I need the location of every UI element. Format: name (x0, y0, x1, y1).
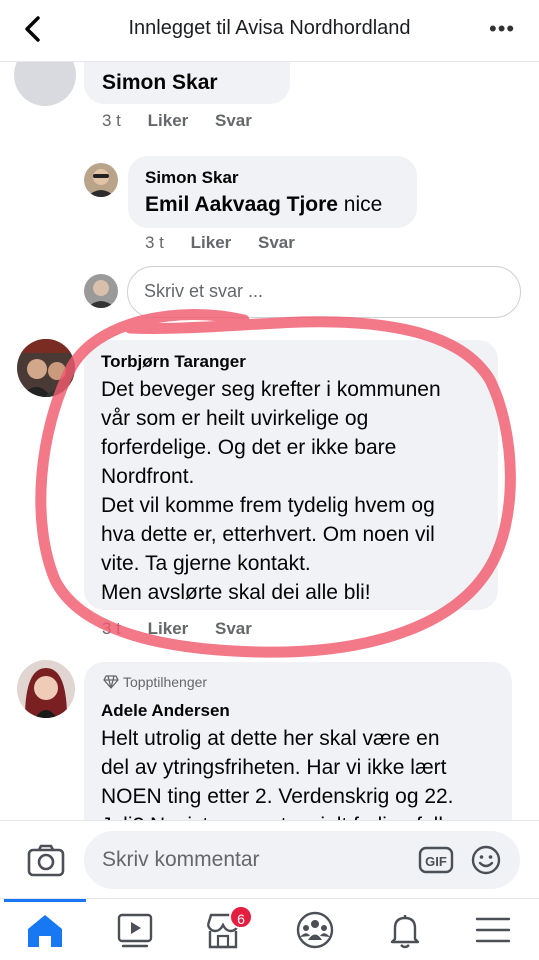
more-options-button[interactable]: ••• (489, 16, 519, 42)
commenter-name[interactable]: Torbjørn Taranger (101, 352, 246, 372)
gif-icon: GIF (418, 846, 454, 874)
comment-input[interactable]: Skriv kommentar GIF (84, 831, 520, 889)
comment-time: 3 t (102, 111, 121, 130)
notification-badge: 6 (229, 905, 253, 929)
active-tab-indicator (4, 899, 86, 902)
comment-composer: Skriv kommentar GIF (0, 820, 539, 898)
gif-button[interactable]: GIF (418, 845, 454, 875)
groups-icon (296, 911, 334, 949)
top-bar: Innlegget til Avisa Nordhordland ••• (0, 0, 539, 62)
comment-line: vite. Ta gjerne kontakt. (101, 552, 311, 575)
comment-bubble: Simon Skar Emil Aakvaag Tjore nice (128, 156, 417, 228)
reply-button[interactable]: Svar (215, 619, 252, 638)
comment-line: vår som er heilt uvirkelige og (101, 407, 369, 430)
avatar[interactable] (84, 163, 118, 197)
avatar[interactable] (17, 339, 75, 397)
smiley-icon (471, 845, 501, 875)
gif-label: GIF (425, 854, 447, 869)
comment-bubble: Simon Skar (84, 62, 290, 104)
bell-icon (390, 915, 420, 949)
like-button[interactable]: Liker (148, 111, 189, 130)
comment-line: forferdelige. Og det er ikke bare (101, 436, 397, 459)
menu-icon (475, 917, 511, 943)
emoji-button[interactable] (470, 844, 502, 876)
comment-input-placeholder: Skriv kommentar (102, 848, 260, 871)
like-button[interactable]: Liker (148, 619, 189, 638)
bottom-tab-bar: 6 (0, 898, 539, 960)
commenter-name[interactable]: Adele Andersen (101, 701, 230, 721)
comment-bubble: Topptilhenger Adele Andersen Helt utroli… (84, 662, 512, 820)
comment-line: Det vil komme frem tydelig hvem og (101, 494, 435, 517)
video-icon (117, 913, 153, 948)
tab-home[interactable] (20, 907, 70, 953)
person-avatar-icon (17, 339, 75, 397)
diamond-icon (103, 675, 119, 689)
tab-groups[interactable] (290, 907, 340, 953)
camera-button[interactable] (26, 841, 66, 881)
comment-text: Helt utrolig at dette her skal være en d… (101, 724, 505, 820)
comment-actions: 3 t Liker Svar (145, 233, 317, 253)
comment-actions: 3 t Liker Svar (102, 111, 274, 131)
comment-line: Juli? Nazister er potensielt farlige fol… (101, 811, 505, 820)
tab-notifications[interactable] (380, 907, 430, 953)
comment-text: Emil Aakvaag Tjore nice (145, 190, 382, 219)
reply-input[interactable]: Skriv et svar ... (127, 266, 521, 318)
top-fan-badge: Topptilhenger (103, 674, 207, 690)
comment-line: hva dette er, etterhvert. Om noen vil (101, 523, 435, 546)
comment-line: Nordfront. (101, 465, 195, 488)
like-button[interactable]: Liker (191, 233, 232, 252)
commenter-name[interactable]: Simon Skar (102, 68, 218, 97)
commenter-name[interactable]: Simon Skar (145, 168, 239, 188)
reply-input-placeholder: Skriv et svar ... (144, 281, 264, 301)
comment-line: Helt utrolig at dette her skal være en (101, 727, 440, 750)
comment-line: Men avslørte skal dei alle bli! (101, 581, 371, 604)
comment-line: del av ytringsfriheten. Har vi ikke lært (101, 756, 447, 779)
current-user-avatar (84, 274, 118, 308)
camera-icon (27, 844, 65, 877)
avatar[interactable] (17, 660, 75, 718)
comment-time: 3 t (145, 233, 164, 252)
reply-button[interactable]: Svar (258, 233, 295, 252)
mention-link[interactable]: Emil Aakvaag Tjore (145, 193, 338, 216)
comment-text: Det beveger seg krefter i kommunen vår s… (101, 375, 493, 607)
comment-line: NOEN ting etter 2. Verdenskrig og 22. (101, 785, 454, 808)
reply-button[interactable]: Svar (215, 111, 252, 130)
comment-body: nice (337, 193, 383, 216)
tab-menu[interactable] (468, 907, 518, 953)
comment-time: 3 t (102, 619, 121, 638)
comment-bubble: Torbjørn Taranger Det beveger seg krefte… (84, 340, 498, 610)
comment-actions: 3 t Liker Svar (102, 619, 274, 639)
comment-feed[interactable]: Simon Skar 3 t Liker Svar Simon Skar Emi… (0, 62, 539, 820)
badge-label: Topptilhenger (123, 674, 208, 690)
person-avatar-icon (84, 274, 118, 308)
comment-line: Det beveger seg krefter i kommunen (101, 378, 441, 401)
page-title: Innlegget til Avisa Nordhordland (128, 17, 411, 39)
home-icon (28, 915, 62, 947)
person-avatar-icon (84, 163, 118, 197)
person-avatar-icon (17, 660, 75, 718)
tab-watch[interactable] (110, 907, 160, 953)
avatar[interactable] (14, 62, 76, 106)
